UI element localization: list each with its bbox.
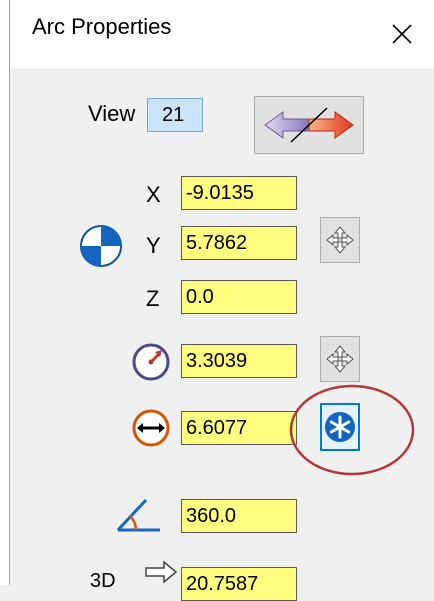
pick-radius-button[interactable] — [320, 336, 360, 382]
arrow-right-icon — [145, 560, 178, 584]
flip-arrow-icon — [264, 107, 354, 143]
x-label: X — [146, 182, 161, 207]
length-3d-field[interactable]: 20.7587 — [181, 567, 297, 601]
annotation-circle — [289, 384, 415, 476]
z-label: Z — [146, 286, 160, 311]
view-label: View — [88, 101, 136, 126]
move-arrows-icon — [326, 345, 354, 373]
center-point-icon — [80, 225, 122, 267]
window-title: Arc Properties — [32, 14, 172, 39]
angle-field[interactable]: 360.0 — [181, 499, 297, 533]
close-icon — [392, 24, 412, 44]
angle-icon — [116, 498, 160, 532]
z-coordinate-field[interactable]: 0.0 — [181, 280, 297, 314]
window-left-border — [9, 0, 10, 585]
pick-center-button[interactable] — [320, 217, 360, 263]
flip-direction-button[interactable] — [254, 96, 364, 154]
close-button[interactable] — [370, 0, 434, 68]
diameter-icon — [132, 409, 170, 447]
radius-icon — [132, 343, 170, 381]
title-bar: Arc Properties — [10, 0, 434, 68]
x-coordinate-field[interactable]: -9.0135 — [181, 176, 297, 210]
diameter-field[interactable]: 6.6077 — [181, 411, 297, 445]
y-label: Y — [146, 233, 161, 258]
length-3d-label: 3D — [90, 570, 116, 592]
y-coordinate-field[interactable]: 5.7862 — [181, 226, 297, 260]
radius-field[interactable]: 3.3039 — [181, 344, 297, 378]
move-arrows-icon — [326, 226, 354, 254]
view-number: 21 — [147, 98, 203, 132]
